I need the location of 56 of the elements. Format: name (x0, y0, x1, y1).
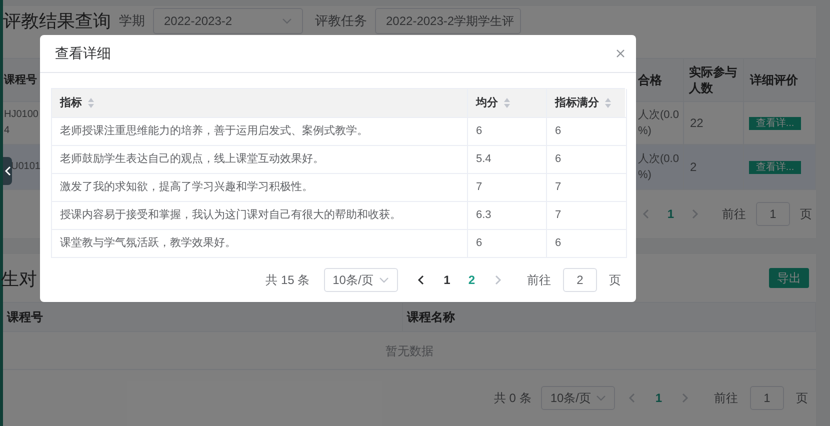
table-cell-text: 5.4 (476, 152, 492, 168)
page-size-select[interactable]: 10条/页 (324, 268, 398, 292)
page-title: 评教结果查询 (3, 10, 111, 32)
goto-label: 前往 (722, 206, 746, 223)
filter-select[interactable]: 2022-2023-2 (153, 8, 303, 34)
goto-label: 前往 (714, 390, 738, 407)
table-cell-text: 人次(0.0 %) (638, 108, 679, 139)
column-header: 实际参与人数 (689, 64, 738, 96)
table-cell-text: 老师授课注重思维能力的培养，善于运用启发式、案例式教学。 (60, 124, 368, 140)
table-cell-text: 激发了我的求知欲，提高了学习兴趣和学习积极性。 (60, 180, 313, 196)
column-header[interactable]: 指标 (60, 94, 95, 112)
view-detail-button[interactable]: 查看详... (749, 116, 801, 130)
table-cell-text: 授课内容易于接受和掌握，我认为这门课对自己有很大的帮助和收获。 (60, 208, 401, 224)
table-cell-text: 课堂教与学气氛活跃，教学效果好。 (60, 236, 236, 252)
column-header[interactable]: 指标满分 (555, 94, 612, 112)
page-input[interactable]: 2 (563, 268, 597, 292)
page-size-select[interactable]: 10条/页 (541, 386, 616, 410)
page-unit: 页 (609, 272, 621, 289)
table-cell-text: 6 (555, 152, 562, 168)
table-cell-text: 7 (476, 180, 482, 196)
table-cell-text: 6 (476, 236, 482, 252)
total-count: 共 15 条 (266, 272, 310, 289)
filter-label: 评教任务 (315, 12, 367, 30)
table-cell-text: 7 (555, 208, 562, 224)
table-cell-text: 6.3 (476, 208, 492, 224)
table-cell-text: 22 (690, 115, 704, 132)
table-cell-text: 6 (555, 124, 562, 140)
column-header: 合格 (638, 72, 662, 88)
goto-label: 前往 (527, 272, 551, 289)
page-unit: 页 (800, 206, 812, 223)
table-cell-text: 6 (476, 124, 482, 140)
column-header: 课程号 (4, 73, 37, 88)
page-number[interactable]: 1 (661, 205, 680, 223)
table-cell-text: 老师鼓励学生表达自己的观点，线上课堂互动效果好。 (60, 152, 324, 168)
view-detail-button[interactable]: 查看详... (749, 160, 801, 174)
dialog-title: 查看详细 (55, 44, 111, 63)
table-cell-text: 7 (555, 180, 562, 196)
table-cell-text: 2 (690, 159, 697, 176)
table-cell-text: 6 (555, 236, 562, 252)
total-count: 共 0 条 (494, 390, 532, 407)
page-number[interactable]: 1 (649, 389, 668, 407)
table-cell-text: U0101 (11, 160, 40, 174)
column-header: 课程名称 (407, 309, 455, 326)
page-input[interactable]: 1 (750, 386, 784, 410)
column-header: 详细评价 (750, 72, 798, 88)
page-number[interactable]: 2 (462, 271, 481, 289)
page-number[interactable]: 1 (438, 271, 456, 289)
table-cell-text: 人次(0.0 %) (638, 152, 679, 183)
export-button[interactable]: 导出 (769, 268, 809, 288)
filter-select[interactable]: 2022-2023-2学期学生评 (375, 8, 521, 34)
column-header: 课程号 (7, 309, 43, 326)
page-unit: 页 (796, 390, 808, 407)
table-cell-text: HJ0100 4 (4, 108, 38, 138)
page-input[interactable]: 1 (756, 202, 790, 226)
column-header[interactable]: 均分 (476, 94, 511, 112)
filter-label: 学期 (119, 12, 145, 30)
